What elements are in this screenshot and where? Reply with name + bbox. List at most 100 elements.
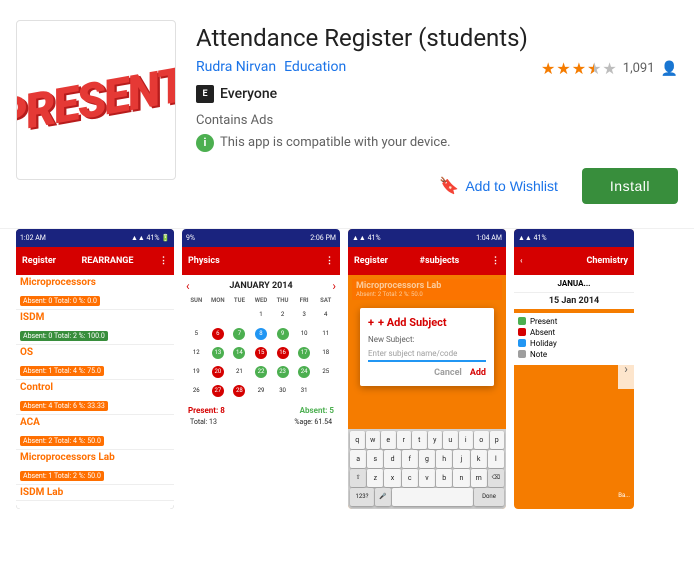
cal-header: ‹ JANUARY 2014 › [186, 279, 336, 293]
key-l[interactable]: l [488, 450, 504, 468]
subject-micro-lab: Microprocessors Lab Absent: 1 Total: 2 %… [16, 450, 174, 485]
ss4-total: Ba... [614, 490, 634, 501]
cal-day-27: 27 [208, 382, 229, 400]
key-d[interactable]: d [384, 450, 400, 468]
nav-arrow-right[interactable]: › [618, 349, 634, 389]
ss4-nav: ‹ [520, 256, 523, 265]
rating-count: 1,091 [623, 61, 655, 76]
key-g[interactable]: g [419, 450, 435, 468]
key-s[interactable]: s [367, 450, 383, 468]
cal-empty [229, 306, 250, 324]
key-v[interactable]: v [419, 469, 435, 487]
cal-next[interactable]: › [332, 279, 336, 293]
key-k[interactable]: k [471, 450, 487, 468]
cal-total: Total: 13 [188, 418, 219, 426]
esrb-badge: E [196, 85, 214, 103]
legend-absent-label: Absent [530, 328, 555, 337]
key-z[interactable]: z [367, 469, 383, 487]
wishlist-button[interactable]: 🔖 Add to Wishlist [427, 168, 570, 204]
key-e[interactable]: e [381, 431, 396, 449]
bookmark-icon: 🔖 [439, 176, 459, 196]
key-i[interactable]: i [459, 431, 474, 449]
cancel-button[interactable]: Cancel [434, 368, 462, 378]
screenshot-chemistry: ▲▲ 41% ‹ Chemistry JANUA... 15 Jan 2014 … [514, 229, 634, 509]
key-f[interactable]: f [402, 450, 418, 468]
ss1-rearrange: REARRANGE [81, 256, 133, 266]
key-n[interactable]: n [453, 469, 469, 487]
key-backspace[interactable]: ⌫ [488, 469, 504, 487]
add-subject-dialog: + + Add Subject New Subject: Enter subje… [360, 308, 494, 386]
cal-day-3: 3 [294, 306, 315, 324]
key-shift[interactable]: ⇧ [350, 469, 366, 487]
cal-day-1: 1 [251, 306, 272, 324]
key-u[interactable]: u [443, 431, 458, 449]
ss4-cal-header: JANUA... [514, 275, 634, 293]
cal-day-4: 4 [315, 306, 336, 324]
key-mic[interactable]: 🎤 [375, 488, 391, 506]
absent-count: Absent: 5 [300, 406, 334, 415]
cal-day-12: 12 [186, 344, 207, 362]
key-123[interactable]: 123? [350, 488, 374, 506]
cal-empty [208, 306, 229, 324]
subject-input[interactable]: Enter subject name/code [368, 347, 486, 362]
keyboard-row-2: a s d f g h j k l [348, 450, 506, 468]
key-w[interactable]: w [366, 431, 381, 449]
key-m[interactable]: m [471, 469, 487, 487]
cal-day-19: 19 [186, 363, 207, 381]
cal-day-2: 2 [272, 306, 293, 324]
key-r[interactable]: r [397, 431, 412, 449]
screenshot-add-subject: ▲▲ 41% 1:04 AM Register #subjects ⋮ Micr… [348, 229, 506, 509]
cal-empty [186, 306, 207, 324]
app-icon: PRESENT! [16, 20, 176, 180]
key-q[interactable]: q [350, 431, 365, 449]
contains-ads: Contains Ads [196, 113, 678, 128]
ss2-titlebar: Physics ⋮ [182, 247, 340, 275]
cal-day-25: 25 [315, 363, 336, 381]
add-button[interactable]: Add [470, 368, 486, 378]
ss3-subtitle: #subjects [420, 256, 460, 266]
ss1-content: Microprocessors Absent: 0 Total: 0 %: 0.… [16, 275, 174, 509]
legend-present: Present [518, 317, 630, 326]
key-done[interactable]: Done [474, 488, 504, 506]
dialog-buttons: Cancel Add [368, 368, 486, 378]
app-header: PRESENT! Attendance Register (students) … [0, 0, 694, 220]
date-chip: 15 Jan 2014 [514, 293, 634, 309]
cal-day-28: 28 [229, 382, 250, 400]
ss4-signal: ▲▲ 41% [518, 234, 547, 242]
key-c[interactable]: c [402, 469, 418, 487]
ss2-title: Physics [188, 256, 220, 266]
legend-note: Note [518, 350, 630, 359]
star-2: ★ [556, 59, 570, 78]
key-a[interactable]: a [350, 450, 366, 468]
subject-microprocessors: Microprocessors Absent: 0 Total: 0 %: 0.… [16, 275, 174, 310]
category-name[interactable]: Education [284, 59, 346, 75]
key-p[interactable]: p [490, 431, 505, 449]
key-t[interactable]: t [412, 431, 427, 449]
cal-day-18: 18 [315, 344, 336, 362]
app-title: Attendance Register (students) [196, 24, 528, 53]
legend-container: Present Absent Holiday Note [514, 313, 634, 365]
cal-percentage: %age: 61.54 [292, 418, 334, 426]
key-b[interactable]: b [436, 469, 452, 487]
cal-days-header: SUN MON TUE WED THU FRI SAT [186, 297, 336, 304]
key-j[interactable]: j [453, 450, 469, 468]
install-button[interactable]: Install [582, 168, 678, 204]
cal-prev[interactable]: ‹ [186, 279, 190, 293]
cal-day-8: 8 [251, 325, 272, 343]
ss1-menu: ⋮ [159, 256, 168, 266]
key-o[interactable]: o [474, 431, 489, 449]
key-x[interactable]: x [384, 469, 400, 487]
calendar-container: ‹ JANUARY 2014 › SUN MON TUE WED THU FRI… [182, 275, 340, 430]
cal-day-21: 21 [229, 363, 250, 381]
star-4: ★ [587, 59, 601, 78]
ss2-statusbar: 9% 2:06 PM [182, 229, 340, 247]
key-space[interactable] [392, 488, 473, 506]
rating-row: ★ ★ ★ ★ ★ 1,091 👤 [541, 59, 678, 78]
key-y[interactable]: y [428, 431, 443, 449]
app-meta-row: Rudra Nirvan Education [196, 59, 346, 75]
developer-name[interactable]: Rudra Nirvan [196, 59, 276, 75]
new-subject-label: New Subject: [368, 335, 486, 344]
screenshots-section: 1:02 AM ▲▲ 41% 🔋 Register REARRANGE ⋮ Mi… [0, 228, 694, 509]
cal-day-16: 16 [272, 344, 293, 362]
key-h[interactable]: h [436, 450, 452, 468]
